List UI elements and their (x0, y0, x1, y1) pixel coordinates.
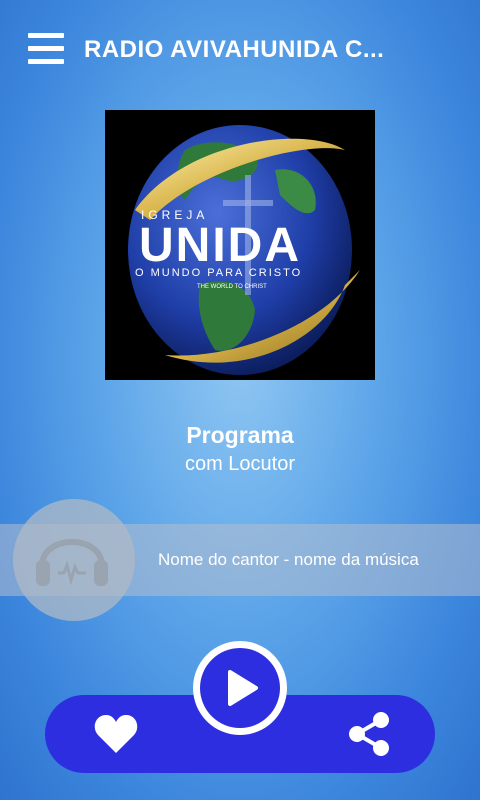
heart-icon[interactable] (93, 713, 139, 755)
hamburger-menu-icon[interactable] (28, 33, 64, 65)
play-icon (228, 670, 258, 706)
top-bar: RADIO AVIVAHUNIDA C... (0, 0, 480, 100)
host-name: com Locutor (184, 453, 296, 475)
artwork-main-text: UNIDA (139, 219, 301, 272)
album-artwork: IGREJA UNIDA O MUNDO PARA CRISTO THE WOR… (105, 110, 375, 380)
play-button[interactable] (193, 641, 287, 735)
artwork-subslogan: THE WORLD TO CHRIST (197, 284, 267, 290)
headphones-icon (36, 539, 108, 586)
program-name: Programa (186, 422, 294, 448)
share-icon[interactable] (347, 710, 391, 758)
play-button-inner (200, 648, 280, 728)
artwork-slogan: O MUNDO PARA CRISTO (135, 267, 303, 279)
song-title: Nome do cantor - nome da música (158, 550, 419, 569)
app-title: RADIO AVIVAHUNIDA C... (84, 36, 385, 63)
